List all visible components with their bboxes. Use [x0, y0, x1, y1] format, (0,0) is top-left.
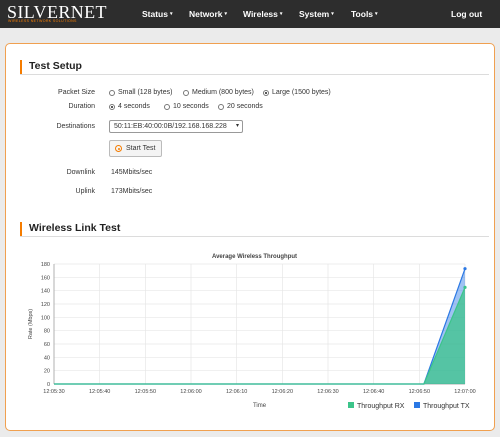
throughput-chart: Average Wireless Throughput 0 20 40 60 80 100…	[20, 251, 489, 423]
chevron-down-icon: ▾	[169, 11, 173, 17]
radio-label: 10 seconds	[173, 103, 209, 110]
series-line-tx	[54, 268, 466, 385]
radio-selected-icon	[109, 103, 115, 110]
section-accent-bar	[20, 222, 22, 236]
series-area-tx	[54, 268, 465, 384]
x-axis-label: Time	[253, 403, 267, 409]
downlink-value: 145Mbits/sec	[111, 169, 153, 176]
y-tick-label: 20	[44, 369, 50, 375]
start-test-label: Start Test	[126, 145, 156, 152]
section-accent-bar	[20, 60, 22, 74]
radio-icon	[109, 89, 115, 96]
duration-10s-radio[interactable]: 10 seconds	[164, 102, 209, 111]
uplink-value: 173Mbits/sec	[111, 188, 153, 195]
y-tick-label: 80	[44, 329, 50, 335]
x-tick-label: 12:06:50	[409, 389, 430, 395]
legend-label-tx: Throughput TX	[423, 403, 470, 410]
series-area-rx	[54, 287, 465, 384]
duration-20s-radio[interactable]: 20 seconds	[218, 102, 263, 111]
x-tick-label: 12:06:00	[180, 389, 201, 395]
radio-label: Small (128 bytes)	[118, 89, 173, 96]
y-tick-label: 60	[44, 342, 50, 348]
series-line-rx	[54, 287, 466, 385]
destinations-select[interactable]: 50:11:EB:40:00:0B/192.168.168.228 ▾	[109, 120, 243, 133]
uplink-label: Uplink	[75, 188, 95, 195]
radio-icon	[218, 103, 224, 110]
legend-swatch-tx	[414, 402, 420, 408]
start-test-button[interactable]: Start Test	[109, 140, 162, 157]
packet-size-large-radio[interactable]: Large (1500 bytes)	[263, 88, 331, 97]
duration-label: Duration	[68, 103, 95, 110]
x-tick-label: 12:05:30	[43, 389, 64, 395]
chevron-down-icon: ▾	[331, 11, 334, 17]
logout-link[interactable]: Log out	[451, 9, 482, 19]
y-tick-label: 0	[47, 382, 50, 388]
chevron-down-icon: ▾	[279, 11, 283, 17]
y-tick-label: 140	[41, 289, 50, 295]
y-tick-label: 160	[41, 275, 50, 281]
legend-swatch-rx	[348, 402, 354, 408]
duration-4s-radio[interactable]: 4 seconds	[109, 102, 150, 111]
radio-icon	[183, 89, 189, 96]
wireless-link-test-title: Wireless Link Test	[29, 222, 121, 234]
x-tick-label: 12:05:50	[135, 389, 156, 395]
nav-status-label: Status	[142, 9, 168, 19]
x-tick-label: 12:06:20	[272, 389, 293, 395]
destinations-selected-value: 50:11:EB:40:00:0B/192.168.168.228	[114, 123, 227, 130]
x-tick-label: 12:05:40	[89, 389, 110, 395]
test-setup-header: Test Setup	[20, 59, 489, 75]
y-tick-label: 180	[41, 262, 50, 268]
x-tick-label: 12:06:10	[226, 389, 247, 395]
record-icon	[115, 145, 122, 152]
test-setup-title: Test Setup	[29, 60, 82, 72]
x-tick-label: 12:06:40	[363, 389, 384, 395]
packet-size-small-radio[interactable]: Small (128 bytes)	[109, 88, 172, 97]
radio-selected-icon	[263, 89, 269, 96]
chevron-down-icon: ▾	[235, 123, 239, 129]
nav-wireless-label: Wireless	[243, 9, 278, 19]
downlink-label: Downlink	[66, 169, 95, 176]
wireless-link-test-header: Wireless Link Test	[20, 221, 489, 237]
chevron-down-icon: ▾	[224, 11, 228, 17]
logo-tagline: WIRELESS NETWORK SOLUTIONS	[8, 19, 77, 23]
x-tick-label: 12:07:00	[454, 389, 475, 395]
silvernet-logo[interactable]: SilverNet WIRELESS NETWORK SOLUTIONS	[7, 3, 127, 25]
nav-status[interactable]: Status ▾	[142, 9, 173, 19]
nav-tools[interactable]: Tools ▾	[351, 9, 378, 19]
radio-label: 20 seconds	[227, 103, 263, 110]
destinations-label: Destinations	[56, 123, 95, 130]
y-tick-label: 120	[41, 302, 50, 308]
radio-label: 4 seconds	[118, 103, 150, 110]
nav-tools-label: Tools	[351, 9, 374, 19]
y-tick-label: 40	[44, 355, 50, 361]
nav-system[interactable]: System ▾	[299, 9, 334, 19]
legend-label-rx: Throughput RX	[357, 403, 405, 410]
radio-icon	[164, 103, 170, 110]
packet-size-medium-radio[interactable]: Medium (800 bytes)	[183, 88, 254, 97]
nav-network-label: Network	[189, 9, 223, 19]
y-tick-label: 100	[41, 315, 50, 321]
x-tick-label: 12:06:30	[317, 389, 338, 395]
y-axis-label: Rate (Mbps)	[28, 309, 34, 339]
throughput-chart-svg: 0 20 40 60 80 100 120 140 160 180 12:05:30 12:05:40…	[28, 262, 476, 410]
series-point-rx	[463, 285, 467, 289]
nav-network[interactable]: Network ▾	[189, 9, 227, 19]
radio-label: Medium (800 bytes)	[192, 89, 254, 96]
nav-wireless[interactable]: Wireless ▾	[243, 9, 282, 19]
radio-label: Large (1500 bytes)	[272, 89, 331, 96]
main-panel: Test Setup Packet Size Small (128 bytes)…	[5, 43, 495, 431]
packet-size-label: Packet Size	[58, 89, 95, 96]
top-navbar: SilverNet WIRELESS NETWORK SOLUTIONS Sta…	[0, 0, 500, 28]
nav-system-label: System	[299, 9, 330, 19]
series-point-tx	[463, 267, 467, 271]
chevron-down-icon: ▾	[375, 11, 378, 17]
